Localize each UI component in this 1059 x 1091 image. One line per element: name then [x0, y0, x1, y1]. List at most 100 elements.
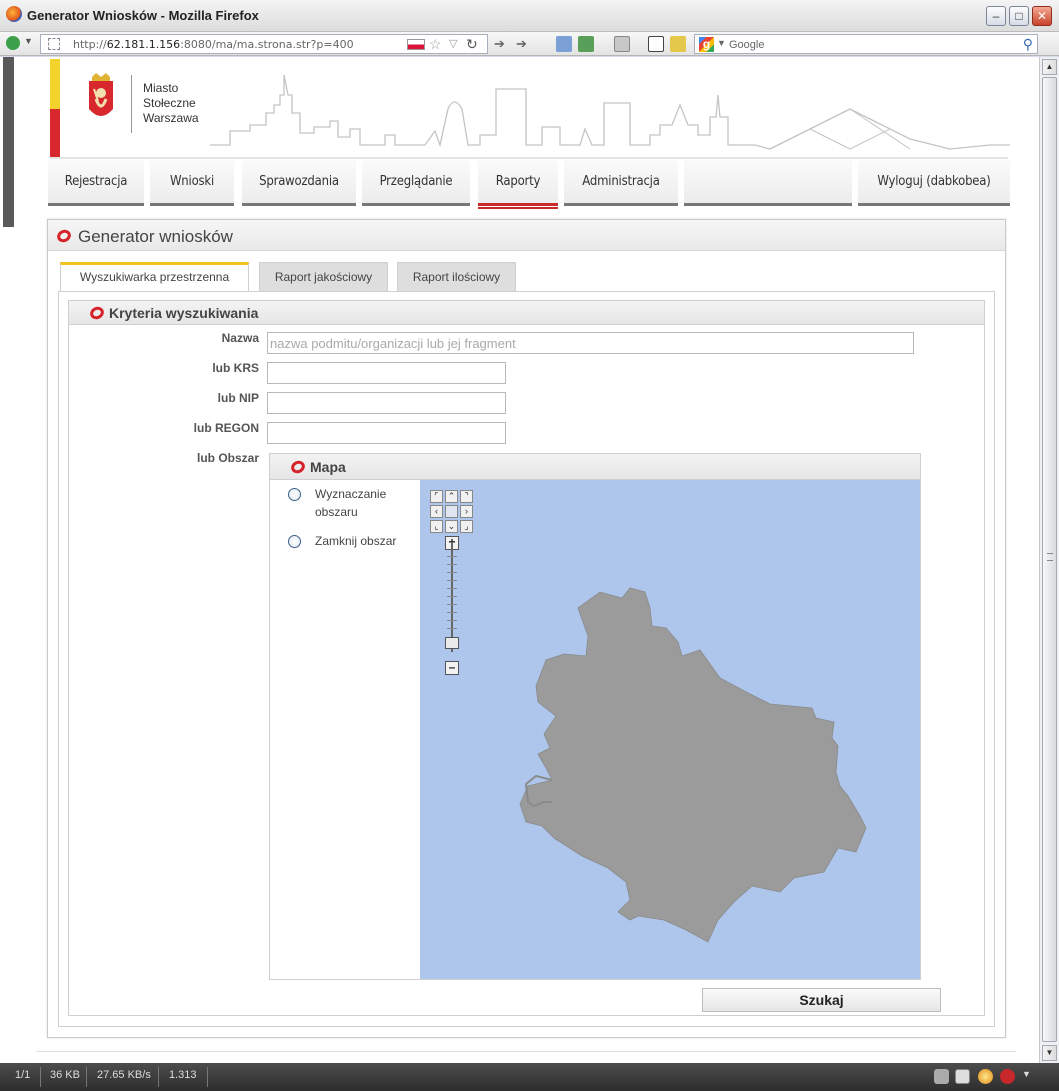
chevron-down-icon[interactable]: ▼ [1022, 1069, 1031, 1079]
google-icon[interactable]: g [699, 37, 714, 52]
forward-icon[interactable]: ➔ [516, 36, 527, 52]
area-label: lub Obszar [196, 451, 259, 465]
addon-icon[interactable] [556, 36, 572, 52]
scroll-up-icon[interactable]: ▲ [1042, 59, 1057, 75]
left-margin [0, 57, 14, 1063]
pan-down-right-icon[interactable]: ⌟ [460, 520, 473, 533]
status-separator [207, 1067, 208, 1087]
status-page: 1/1 [15, 1069, 31, 1081]
close-area-label[interactable]: Zamknij obszar [315, 532, 396, 550]
status-time: 1.313 [169, 1069, 197, 1081]
status-separator [86, 1067, 87, 1087]
search-icon[interactable]: ⚲ [1023, 36, 1033, 53]
scroll-down-icon[interactable]: ▼ [1042, 1045, 1057, 1061]
tab-spatial-search[interactable]: Wyszukiwarka przestrzenna [60, 262, 249, 292]
close-area-radio[interactable] [288, 535, 301, 548]
status-size: 36 KB [50, 1069, 80, 1081]
city-name-line: Warszawa [143, 111, 199, 125]
browser-toolbar: ▼ http://62.181.1.156:8080/ma/ma.strona.… [0, 32, 1059, 56]
wrench-icon[interactable] [934, 1069, 949, 1084]
pan-up-left-icon[interactable]: ⌜ [430, 490, 443, 503]
page-icon [48, 38, 60, 50]
search-button[interactable]: Szukaj [702, 988, 941, 1012]
zoom-slider-handle[interactable] [445, 637, 459, 649]
define-area-label[interactable]: Wyznaczanie obszaru [315, 485, 386, 521]
ring-icon [55, 227, 73, 245]
status-separator [40, 1067, 41, 1087]
brush-icon[interactable] [670, 36, 686, 52]
close-button[interactable]: ✕ [1032, 6, 1052, 26]
search-criteria-box: Kryteria wyszukiwania Nazwa lub KRS lub … [68, 300, 985, 1016]
criteria-header: Kryteria wyszukiwania [69, 301, 984, 325]
status-bar: 1/1 36 KB 27.65 KB/s 1.313 ▼ [0, 1063, 1059, 1091]
firefox-icon [6, 6, 22, 22]
feed-icon[interactable] [978, 1069, 993, 1084]
window-title: Generator Wniosków - Mozilla Firefox [27, 8, 259, 23]
download-status-icon[interactable] [955, 1069, 970, 1084]
scroll-grip [1047, 553, 1053, 561]
search-input[interactable]: g ▼ Google ⚲ [694, 34, 1038, 54]
tab-quantity-report[interactable]: Raport ilościowy [397, 262, 516, 292]
address-bar[interactable]: http://62.181.1.156:8080/ma/ma.strona.st… [40, 34, 488, 54]
krs-input[interactable] [267, 362, 506, 384]
tab-content: Kryteria wyszukiwania Nazwa lub KRS lub … [58, 291, 995, 1027]
zoom-tick [447, 588, 457, 589]
zoom-track[interactable] [451, 542, 453, 652]
maximize-button[interactable]: □ [1009, 6, 1029, 26]
pan-left-icon[interactable]: ‹ [430, 505, 443, 518]
nav-tab-administracja[interactable]: Administracja [564, 160, 678, 206]
status-separator [158, 1067, 159, 1087]
pan-center-icon[interactable] [445, 505, 458, 518]
zoom-tick [447, 620, 457, 621]
vertical-scrollbar[interactable]: ▲ ▼ [1039, 57, 1059, 1063]
pan-up-icon[interactable]: ⌃ [445, 490, 458, 503]
left-dark-strip [3, 57, 14, 227]
panel-header: Generator wniosków [48, 220, 1005, 251]
minimize-button[interactable]: – [986, 6, 1006, 26]
define-area-label-line: obszaru [315, 505, 358, 519]
map-canvas[interactable]: ⌜ ⌃ ⌝ ‹ › ⌞ ⌄ ⌟ + [420, 480, 920, 979]
city-name-line: Miasto [143, 81, 179, 95]
zoom-tick [447, 612, 457, 613]
city-skyline-illustration [210, 74, 1010, 150]
chevron-down-icon[interactable]: ▼ [717, 38, 726, 48]
nav-tab-sprawozdania[interactable]: Sprawozdania [242, 160, 356, 206]
zoom-tick [447, 604, 457, 605]
nav-tab-raporty[interactable]: Raporty [478, 160, 558, 209]
generator-panel: Generator wniosków Wyszukiwarka przestrz… [47, 219, 1006, 1038]
pan-down-icon[interactable]: ⌄ [445, 520, 458, 533]
warsaw-crest-icon [89, 73, 113, 116]
panel-title: Generator wniosków [78, 227, 233, 246]
define-area-radio[interactable] [288, 488, 301, 501]
url-dropdown-icon[interactable]: ▽ [449, 37, 457, 50]
logo-stripe-red [50, 109, 60, 157]
nip-input[interactable] [267, 392, 506, 414]
logout-button[interactable]: Wyloguj (dabkobea) [858, 160, 1010, 206]
tab-quality-report[interactable]: Raport jakościowy [259, 262, 388, 292]
nav-tab-wnioski[interactable]: Wnioski [150, 160, 234, 206]
define-area-label-line: Wyznaczanie [315, 487, 387, 501]
city-name-line: Stołeczne [143, 96, 196, 110]
zoom-tick [447, 556, 457, 557]
reload-icon[interactable]: ↻ [466, 36, 478, 53]
pan-down-left-icon[interactable]: ⌞ [430, 520, 443, 533]
pan-up-right-icon[interactable]: ⌝ [460, 490, 473, 503]
zoom-tick [447, 564, 457, 565]
add-icon[interactable] [648, 36, 664, 52]
nav-tab-rejestracja[interactable]: Rejestracja [48, 160, 144, 206]
pan-right-icon[interactable]: › [460, 505, 473, 518]
name-input[interactable] [267, 332, 914, 354]
scroll-thumb[interactable] [1042, 77, 1057, 1042]
zoom-out-icon[interactable]: – [445, 661, 459, 675]
bookmark-star-icon[interactable]: ☆ [429, 36, 442, 53]
url-text[interactable]: http://62.181.1.156:8080/ma/ma.strona.st… [73, 38, 354, 51]
adblock-icon[interactable] [1000, 1069, 1015, 1084]
chevron-down-icon[interactable]: ▼ [24, 36, 33, 46]
regon-input[interactable] [267, 422, 506, 444]
site-identity-icon[interactable] [6, 36, 20, 50]
grid-icon[interactable] [614, 36, 630, 52]
download-icon[interactable] [578, 36, 594, 52]
zoom-tick [447, 628, 457, 629]
nav-tab-przegladanie[interactable]: Przeglądanie [362, 160, 470, 206]
back-icon[interactable]: ➔ [494, 36, 505, 52]
